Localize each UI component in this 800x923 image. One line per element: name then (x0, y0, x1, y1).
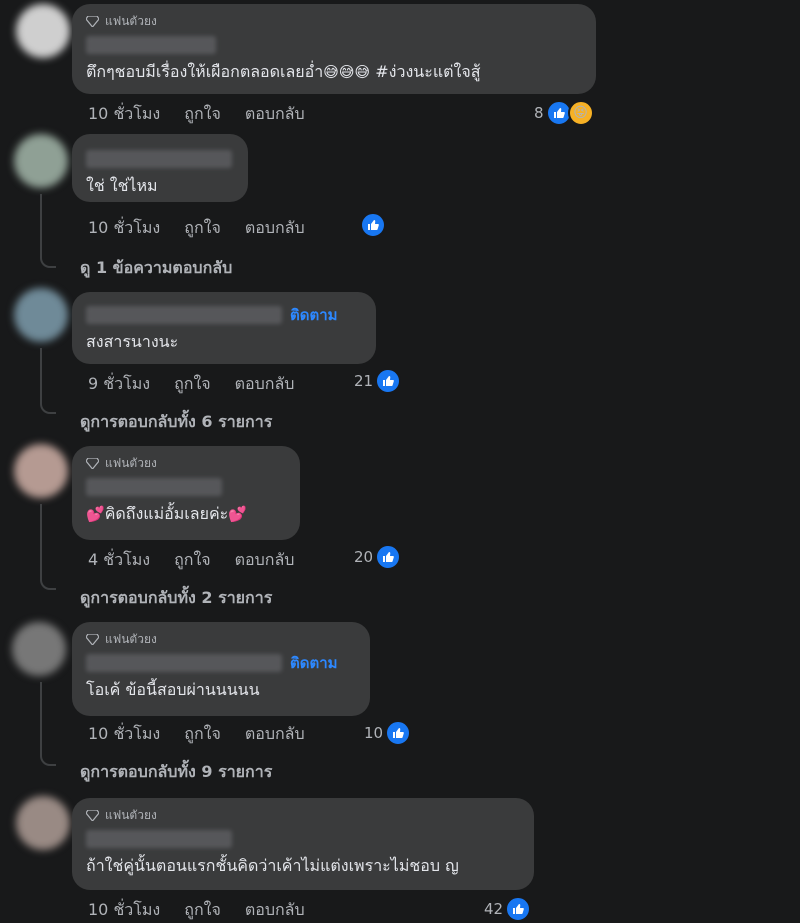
like-icon (385, 720, 412, 746)
comment-bubble: แฟนตัวยง ตึกๆชอบมีเรื่องให้เผือกตลอดเลยอ… (72, 4, 596, 94)
view-replies-link[interactable]: ดูการตอบกลับทั้ง 2 รายการ (80, 586, 272, 611)
avatar[interactable] (16, 4, 70, 58)
avatar[interactable] (12, 622, 66, 676)
reply-button[interactable]: ตอบกลับ (245, 722, 305, 747)
reply-button[interactable]: ตอบกลับ (235, 548, 295, 573)
comment-bubble: แฟนตัวยง ติดตาม โอเค้ ข้อนี้สอบผ่านนนนน (72, 622, 370, 716)
reactions[interactable]: 10 (364, 720, 412, 746)
fan-badge: แฟนตัวยง (86, 12, 582, 30)
thread-line (40, 194, 56, 268)
like-icon (375, 544, 402, 570)
like-button[interactable]: ถูกใจ (184, 898, 221, 923)
like-icon (375, 368, 402, 394)
like-button[interactable]: ถูกใจ (174, 548, 211, 573)
fan-badge-label: แฟนตัวยง (105, 631, 157, 646)
author-name[interactable] (86, 478, 222, 496)
comment-actions: 4 ชั่วโมง ถูกใจ ตอบกลับ (88, 548, 294, 573)
comment-text: ใช่ ใช่ไหม (86, 176, 158, 195)
like-button[interactable]: ถูกใจ (184, 216, 221, 241)
reply-button[interactable]: ตอบกลับ (245, 216, 305, 241)
comment-text: 💕คิดถึงแม่อั้มเลยค่ะ💕 (86, 504, 247, 523)
reaction-count: 42 (484, 900, 504, 918)
view-replies-link[interactable]: ดู 1 ข้อความตอบกลับ (80, 256, 232, 281)
like-icon (360, 212, 386, 238)
timestamp[interactable]: 10 ชั่วโมง (88, 216, 160, 241)
comment-actions: 9 ชั่วโมง ถูกใจ ตอบกลับ (88, 372, 294, 397)
author-name[interactable] (86, 36, 216, 54)
comment-actions: 10 ชั่วโมง ถูกใจ ตอบกลับ (88, 722, 305, 747)
reaction-count: 8 (534, 104, 544, 122)
timestamp[interactable]: 9 ชั่วโมง (88, 372, 150, 397)
like-button[interactable]: ถูกใจ (174, 372, 211, 397)
thread-line (40, 504, 56, 590)
comment-bubble: ติดตาม สงสารนางนะ (72, 292, 376, 364)
author-name[interactable] (86, 150, 232, 168)
view-replies-link[interactable]: ดูการตอบกลับทั้ง 6 รายการ (80, 410, 272, 435)
like-button[interactable]: ถูกใจ (184, 722, 221, 747)
emoji: 😅😅😅 (323, 63, 371, 81)
avatar[interactable] (14, 288, 68, 342)
comment-text: สงสารนางนะ (86, 332, 179, 351)
like-icon (505, 896, 532, 922)
timestamp[interactable]: 10 ชั่วโมง (88, 898, 160, 923)
reply-button[interactable]: ตอบกลับ (235, 372, 295, 397)
timestamp[interactable]: 10 ชั่วโมง (88, 102, 160, 127)
thread-line (40, 348, 56, 414)
reactions[interactable]: 20 (354, 544, 402, 570)
fan-badge-label: แฟนตัวยง (105, 13, 157, 28)
reactions[interactable] (360, 212, 386, 238)
comment-text: ตึกๆชอบมีเรื่องให้เผือกตลอดเลยอ่ำ😅😅😅 #ง่… (86, 62, 481, 81)
fan-badge: แฟนตัวยง (86, 630, 356, 648)
comment-actions: 10 ชั่วโมง ถูกใจ ตอบกลับ (88, 898, 305, 923)
haha-icon: 😝 (567, 100, 594, 126)
comment-text: โอเค้ ข้อนี้สอบผ่านนนนน (86, 680, 260, 699)
reaction-count: 10 (364, 724, 384, 742)
diamond-icon (86, 809, 99, 821)
timestamp[interactable]: 10 ชั่วโมง (88, 722, 160, 747)
fan-badge: แฟนตัวยง (86, 806, 520, 824)
reactions[interactable]: 42 (484, 896, 532, 922)
diamond-icon (86, 457, 99, 469)
author-name[interactable] (86, 830, 232, 848)
fan-badge-label: แฟนตัวยง (105, 455, 157, 470)
diamond-icon (86, 15, 99, 27)
comment-actions: 10 ชั่วโมง ถูกใจ ตอบกลับ (88, 102, 305, 127)
follow-button[interactable]: ติดตาม (290, 303, 338, 327)
comment-bubble: แฟนตัวยง ถ้าใช่คู่นั้นตอนแรกชั้นคิดว่าเค… (72, 798, 534, 890)
diamond-icon (86, 633, 99, 645)
comment-bubble: ใช่ ใช่ไหม (72, 134, 248, 202)
reaction-count: 21 (354, 372, 374, 390)
author-name[interactable] (86, 654, 282, 672)
like-button[interactable]: ถูกใจ (184, 102, 221, 127)
comment-text: ถ้าใช่คู่นั้นตอนแรกชั้นคิดว่าเค้าไม่แต่ง… (86, 856, 459, 875)
avatar[interactable] (14, 134, 68, 188)
comment-bubble: แฟนตัวยง 💕คิดถึงแม่อั้มเลยค่ะ💕 (72, 446, 300, 540)
avatar[interactable] (16, 796, 70, 850)
reactions[interactable]: 21 (354, 368, 402, 394)
follow-button[interactable]: ติดตาม (290, 651, 338, 675)
avatar[interactable] (14, 444, 68, 498)
author-name[interactable] (86, 306, 282, 324)
reply-button[interactable]: ตอบกลับ (245, 102, 305, 127)
timestamp[interactable]: 4 ชั่วโมง (88, 548, 150, 573)
reply-button[interactable]: ตอบกลับ (245, 898, 305, 923)
fan-badge: แฟนตัวยง (86, 454, 286, 472)
thread-line (40, 682, 56, 766)
reactions[interactable]: 8 😝 (534, 100, 594, 126)
fan-badge-label: แฟนตัวยง (105, 807, 157, 822)
view-replies-link[interactable]: ดูการตอบกลับทั้ง 9 รายการ (80, 760, 272, 785)
reaction-count: 20 (354, 548, 374, 566)
comment-actions: 10 ชั่วโมง ถูกใจ ตอบกลับ (88, 216, 305, 241)
